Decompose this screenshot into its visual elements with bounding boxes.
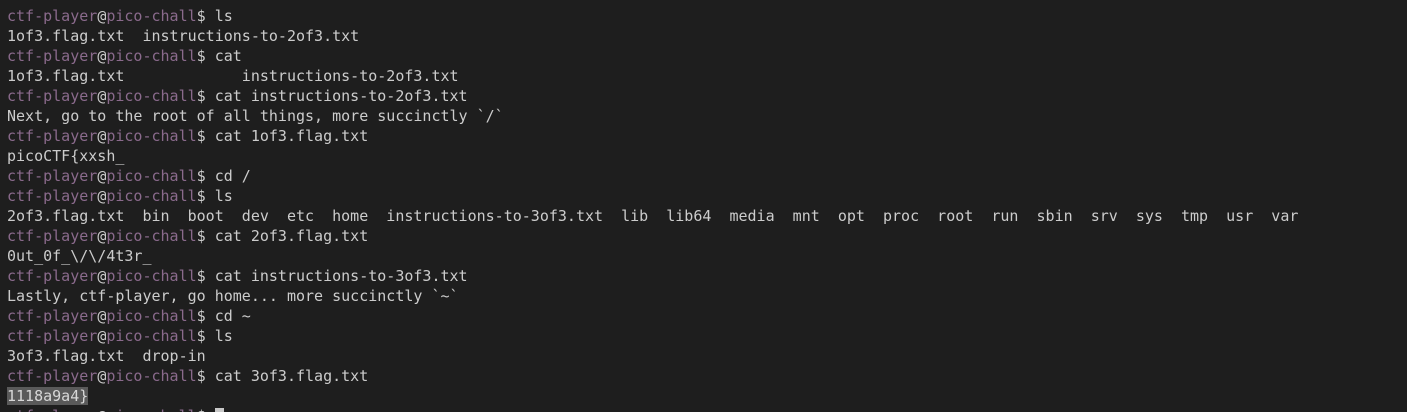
- prompt-sigil: $: [196, 7, 215, 25]
- prompt-line: ctf-player@pico-chall$ ls: [7, 326, 1407, 346]
- command-text: cd ~: [214, 307, 251, 325]
- prompt-line: ctf-player@pico-chall$ ls: [7, 6, 1407, 26]
- prompt-at-sign: @: [97, 7, 107, 25]
- prompt-at-sign: @: [97, 407, 106, 412]
- output-line: 1of3.flag.txt instructions-to-2of3.txt: [7, 26, 1407, 46]
- prompt-at-sign: @: [97, 87, 107, 105]
- prompt-host: pico-chall: [106, 267, 197, 285]
- prompt-at-sign: @: [97, 47, 107, 65]
- prompt-line: ctf-player@pico-chall$ cat: [7, 46, 1407, 66]
- prompt-user: ctf-player: [7, 327, 98, 345]
- output-text: Lastly, ctf-player, go home... more succ…: [7, 287, 459, 305]
- prompt-user: ctf-player: [7, 167, 98, 185]
- prompt-user: ctf-player: [7, 127, 98, 145]
- prompt-at-sign: @: [97, 127, 107, 145]
- prompt-at-sign: @: [97, 367, 107, 385]
- prompt-host: pico-chall: [106, 367, 197, 385]
- prompt-user: ctf-player: [7, 47, 98, 65]
- output-line: 0ut_0f_\/\/4t3r_: [7, 246, 1407, 266]
- output-line: Lastly, ctf-player, go home... more succ…: [7, 286, 1407, 306]
- selected-output-text[interactable]: 1118a9a4}: [7, 387, 89, 405]
- prompt-user: ctf-player: [7, 7, 98, 25]
- prompt-host: pico-chall: [106, 167, 197, 185]
- output-line: 1118a9a4}: [7, 386, 1407, 406]
- prompt-host: pico-chall: [106, 127, 197, 145]
- prompt-at-sign: @: [97, 327, 107, 345]
- output-text: 1of3.flag.txt instructions-to-2of3.txt: [7, 67, 459, 85]
- output-text: Next, go to the root of all things, more…: [7, 107, 504, 125]
- prompt-sigil: $: [196, 327, 215, 345]
- prompt-user: ctf-player: [7, 407, 97, 412]
- output-text: 1of3.flag.txt instructions-to-2of3.txt: [7, 27, 360, 45]
- prompt-host: pico-chall: [106, 47, 197, 65]
- prompt-line: ctf-player@pico-chall$ cd ~: [7, 306, 1407, 326]
- prompt-line: ctf-player@pico-chall$ cat 1of3.flag.txt: [7, 126, 1407, 146]
- prompt-host: pico-chall: [106, 87, 197, 105]
- prompt-host: pico-chall: [106, 407, 196, 412]
- prompt-host: pico-chall: [106, 307, 197, 325]
- terminal-window[interactable]: ctf-player@pico-chall$ ls 1of3.flag.txt i…: [0, 0, 1407, 412]
- output-text: 0ut_0f_\/\/4t3r_: [7, 247, 152, 265]
- prompt-host: pico-chall: [106, 327, 197, 345]
- prompt-sigil: $: [196, 187, 215, 205]
- output-text: 3of3.flag.txt drop-in: [7, 347, 206, 365]
- output-line: Next, go to the root of all things, more…: [7, 106, 1407, 126]
- prompt-sigil: $: [196, 47, 215, 65]
- command-text: ls: [214, 7, 233, 25]
- prompt-at-sign: @: [97, 267, 107, 285]
- output-line: 1of3.flag.txt instructions-to-2of3.txt: [7, 66, 1407, 86]
- prompt-sigil: $: [196, 167, 215, 185]
- command-text: cat 2of3.flag.txt: [214, 227, 369, 245]
- command-text: cat 3of3.flag.txt: [214, 367, 369, 385]
- command-text: cat 1of3.flag.txt: [214, 127, 369, 145]
- prompt-at-sign: @: [97, 227, 107, 245]
- prompt-line: ctf-player@pico-chall$ cat instructions-…: [7, 86, 1407, 106]
- command-text: cat instructions-to-2of3.txt: [214, 87, 468, 105]
- prompt-host: pico-chall: [106, 227, 197, 245]
- prompt-sigil: $: [197, 407, 215, 412]
- prompt-user: ctf-player: [7, 87, 98, 105]
- command-text: ls: [214, 187, 233, 205]
- command-text: ls: [214, 327, 233, 345]
- prompt-sigil: $: [196, 227, 215, 245]
- prompt-line: ctf-player@pico-chall$ cd /: [7, 166, 1407, 186]
- command-text: cat: [214, 47, 242, 65]
- prompt-sigil: $: [196, 367, 215, 385]
- prompt-host: pico-chall: [106, 187, 197, 205]
- command-text: cd /: [214, 167, 251, 185]
- prompt-line: ctf-player@pico-chall$ ls: [7, 186, 1407, 206]
- prompt-user: ctf-player: [7, 227, 98, 245]
- prompt-sigil: $: [196, 267, 215, 285]
- prompt-at-sign: @: [97, 307, 107, 325]
- output-line: picoCTF{xxsh_: [7, 146, 1407, 166]
- active-prompt-line: ctf-player@pico-chall$: [7, 406, 1407, 412]
- prompt-user: ctf-player: [7, 267, 98, 285]
- prompt-sigil: $: [196, 87, 215, 105]
- prompt-sigil: $: [196, 127, 215, 145]
- prompt-line: ctf-player@pico-chall$ cat 2of3.flag.txt: [7, 226, 1407, 246]
- prompt-at-sign: @: [97, 167, 107, 185]
- prompt-user: ctf-player: [7, 367, 98, 385]
- output-text: 2of3.flag.txt bin boot dev etc home inst…: [7, 207, 1299, 225]
- prompt-line: ctf-player@pico-chall$ cat 3of3.flag.txt: [7, 366, 1407, 386]
- prompt-at-sign: @: [97, 187, 107, 205]
- prompt-user: ctf-player: [7, 307, 98, 325]
- output-text: picoCTF{xxsh_: [7, 147, 125, 165]
- output-line: 3of3.flag.txt drop-in: [7, 346, 1407, 366]
- command-text: cat instructions-to-3of3.txt: [214, 267, 468, 285]
- prompt-sigil: $: [196, 307, 215, 325]
- text-cursor[interactable]: [214, 408, 224, 412]
- prompt-user: ctf-player: [7, 187, 98, 205]
- prompt-host: pico-chall: [106, 7, 197, 25]
- prompt-line: ctf-player@pico-chall$ cat instructions-…: [7, 266, 1407, 286]
- output-line: 2of3.flag.txt bin boot dev etc home inst…: [7, 206, 1407, 226]
